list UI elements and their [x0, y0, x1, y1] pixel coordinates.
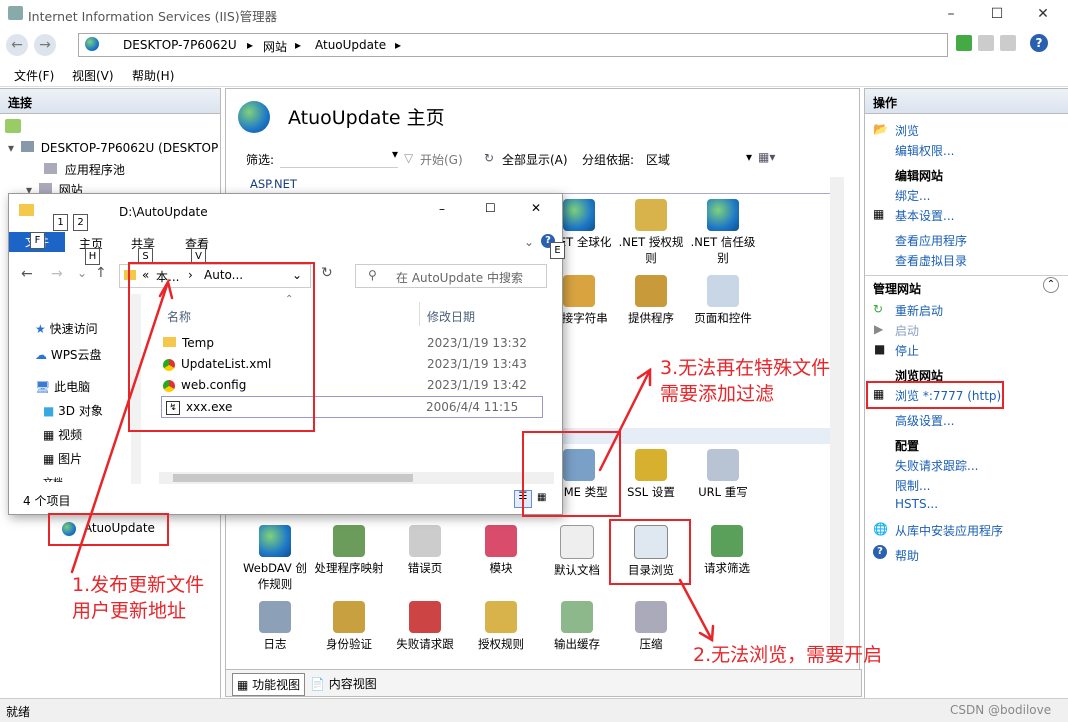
annotation-1: 1.发布更新文件 用户更新地址	[72, 572, 204, 624]
annotation-1-line1: 1.发布更新文件	[72, 574, 205, 596]
annotation-2: 2.无法浏览，需要开启	[693, 644, 883, 666]
annotation-3: 3.无法再在特殊文件 需要添加过滤	[660, 355, 830, 407]
arrow-1	[70, 280, 170, 574]
annotation-1-line2: 用户更新地址	[72, 600, 187, 622]
annotation-3-line1: 3.无法再在特殊文件	[660, 357, 831, 379]
arrow-2	[678, 578, 714, 642]
annotation-3-line2: 需要添加过滤	[660, 383, 775, 405]
arrow-3	[598, 368, 652, 472]
